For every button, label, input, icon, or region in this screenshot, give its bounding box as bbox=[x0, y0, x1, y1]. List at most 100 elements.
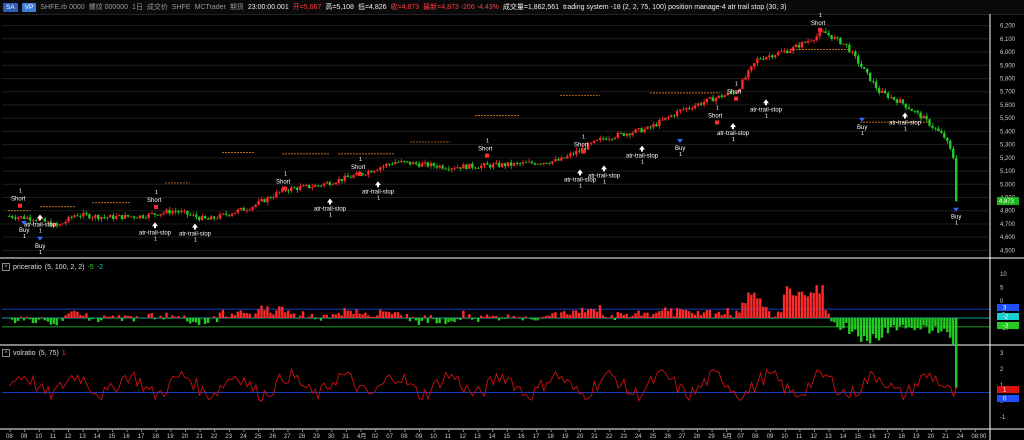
price-axis-label: 4,500 bbox=[1000, 248, 1016, 254]
candle-body bbox=[782, 50, 786, 52]
priceratio-bar bbox=[928, 318, 931, 334]
candle-body bbox=[865, 68, 869, 73]
candle-body bbox=[714, 97, 717, 102]
signal-qty: 1 bbox=[955, 221, 958, 227]
priceratio-bar bbox=[105, 316, 109, 318]
candle-body bbox=[512, 163, 516, 166]
priceratio-bar bbox=[322, 314, 326, 318]
short-marker bbox=[734, 96, 738, 101]
priceratio-bar bbox=[539, 317, 542, 318]
candle-body bbox=[750, 66, 753, 71]
candle-body bbox=[646, 126, 649, 130]
candle-body bbox=[652, 124, 655, 128]
priceratio-bar bbox=[64, 315, 67, 318]
time-axis-label: 09 bbox=[21, 434, 28, 440]
candle-body bbox=[471, 163, 474, 168]
priceratio-bar bbox=[604, 317, 608, 318]
priceratio-bar bbox=[830, 318, 833, 322]
priceratio-bar bbox=[408, 318, 412, 322]
signal-qty: 1 bbox=[861, 131, 864, 137]
priceratio-bar bbox=[693, 314, 697, 318]
signal-label: Short bbox=[11, 197, 26, 203]
priceratio-bar bbox=[681, 309, 685, 318]
time-axis-label: 19 bbox=[913, 434, 920, 440]
priceratio-bar bbox=[396, 312, 400, 318]
signal-qty: 1 bbox=[679, 152, 682, 158]
candle-body bbox=[183, 210, 186, 212]
priceratio-bar bbox=[851, 318, 854, 332]
short-marker bbox=[581, 149, 585, 154]
time-axis-label: 30 bbox=[328, 434, 335, 440]
candle-body bbox=[426, 162, 429, 167]
priceratio-bar bbox=[756, 298, 759, 318]
priceratio-bar bbox=[542, 316, 545, 318]
priceratio-bar bbox=[423, 315, 426, 318]
priceratio-bar bbox=[607, 317, 611, 318]
candle-body bbox=[776, 52, 780, 56]
signal-short: 1 Short bbox=[811, 13, 826, 32]
priceratio-bar bbox=[420, 318, 424, 321]
priceratio-value-badge bbox=[997, 304, 1019, 311]
candle-body bbox=[747, 70, 750, 78]
time-axis-label: 24 bbox=[957, 434, 964, 440]
priceratio-bar bbox=[313, 318, 317, 320]
priceratio-bar bbox=[619, 313, 622, 318]
price-axis-label: 5,700 bbox=[1000, 90, 1016, 96]
candle-body bbox=[943, 133, 946, 138]
candle-body bbox=[200, 215, 204, 221]
time-axis-label: 10 bbox=[35, 434, 42, 440]
priceratio-bar bbox=[230, 313, 234, 318]
priceratio-bar bbox=[450, 318, 453, 322]
candle-body bbox=[762, 58, 765, 60]
priceratio-bar bbox=[664, 307, 667, 318]
time-axis-label: 13 bbox=[474, 434, 481, 440]
priceratio-bar bbox=[797, 291, 801, 318]
time-axis-label: 15 bbox=[108, 434, 115, 440]
candle-body bbox=[108, 215, 112, 218]
volratio-line bbox=[9, 367, 957, 402]
priceratio-bar bbox=[868, 318, 872, 344]
priceratio-bar bbox=[417, 318, 421, 325]
candle-body bbox=[474, 167, 477, 169]
priceratio-bar bbox=[215, 318, 219, 323]
time-axis-label: 22 bbox=[606, 434, 613, 440]
candle-body bbox=[530, 161, 533, 164]
chart-canvas[interactable]: 1Shortatr-trail-stop1Buy1Buy11Shortatr-t… bbox=[0, 0, 1024, 440]
priceratio-bar bbox=[334, 314, 337, 318]
candle-body bbox=[883, 90, 887, 94]
priceratio-bar bbox=[815, 285, 818, 318]
signal-qty: 1 bbox=[19, 189, 22, 195]
priceratio-bar bbox=[634, 313, 637, 318]
signal-buy: Buy1 bbox=[675, 138, 685, 158]
candle-body bbox=[794, 44, 798, 48]
priceratio-bar bbox=[79, 314, 82, 318]
signal-qty: 1 bbox=[155, 190, 158, 196]
candle-body bbox=[788, 50, 792, 54]
price-axis-label: 5,200 bbox=[1000, 156, 1016, 162]
price-axis-label: 5,800 bbox=[1000, 76, 1016, 82]
candle-body bbox=[343, 175, 346, 181]
time-axis-label: 17 bbox=[533, 434, 540, 440]
candle-body bbox=[863, 66, 866, 69]
priceratio-bar bbox=[171, 315, 174, 318]
time-axis-label: 26 bbox=[664, 434, 671, 440]
candle-body bbox=[307, 184, 311, 188]
candle-body bbox=[462, 164, 465, 169]
candle-body bbox=[524, 162, 527, 164]
candle-body bbox=[10, 216, 14, 218]
priceratio-bar bbox=[459, 318, 462, 321]
signal-short: 1 Short bbox=[276, 172, 291, 191]
priceratio-bar bbox=[598, 305, 602, 318]
priceratio-bar bbox=[560, 312, 563, 318]
priceratio-bar bbox=[667, 310, 670, 318]
priceratio-bar bbox=[937, 318, 940, 333]
time-axis-label: 23 bbox=[620, 434, 627, 440]
priceratio-bar bbox=[447, 318, 450, 323]
candle-body bbox=[848, 44, 851, 53]
candle-body bbox=[922, 115, 925, 119]
priceratio-bar bbox=[28, 318, 32, 320]
priceratio-bar bbox=[770, 318, 774, 319]
time-axis-label: 17 bbox=[884, 434, 891, 440]
price-axis-label: 6,200 bbox=[1000, 24, 1016, 30]
priceratio-bar bbox=[248, 313, 251, 318]
